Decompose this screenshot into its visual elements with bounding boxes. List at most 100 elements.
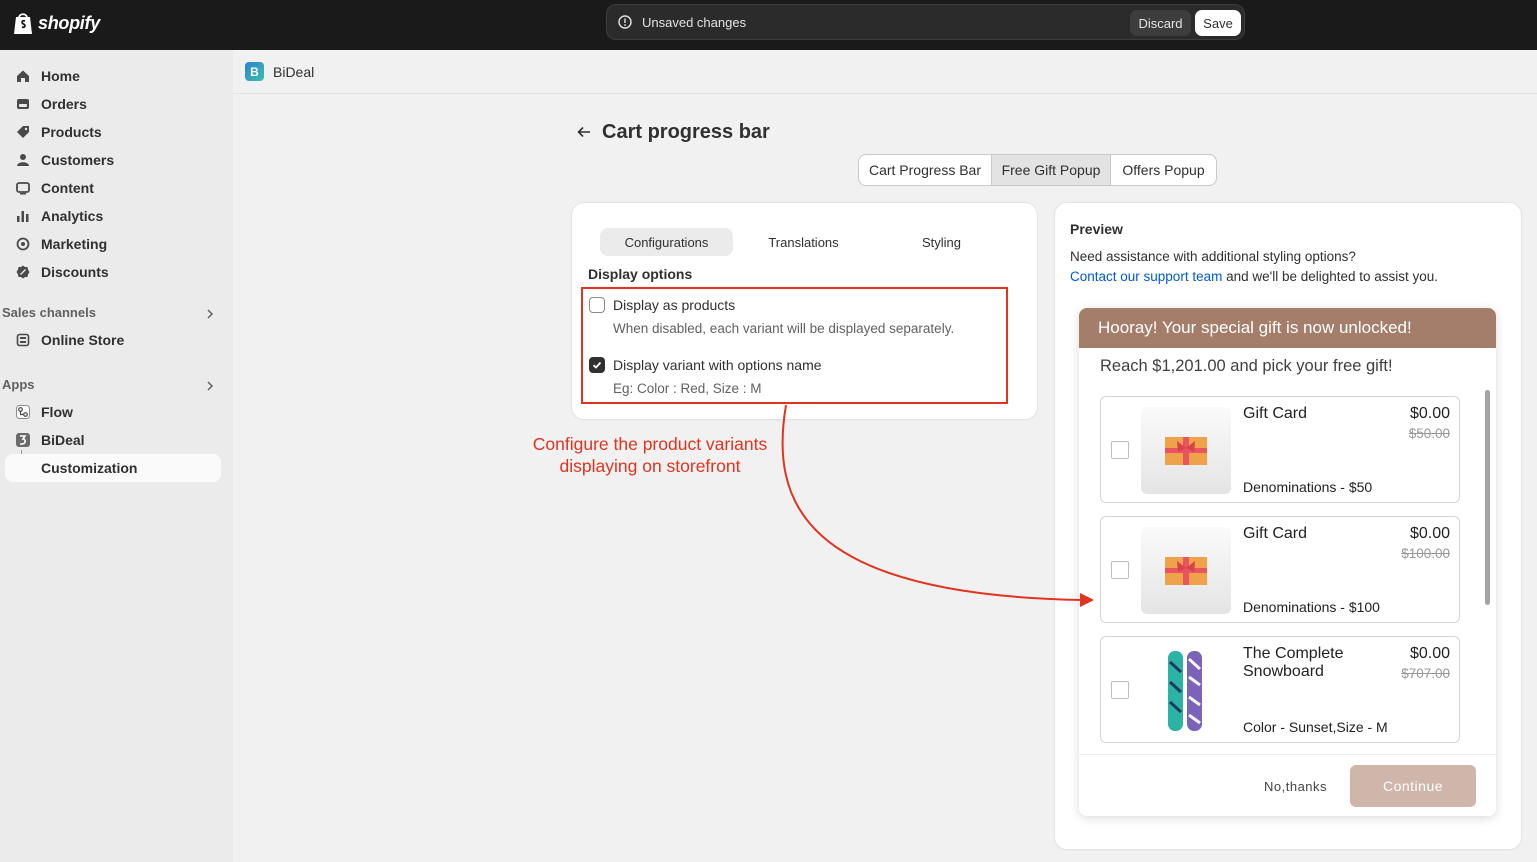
alert-circle-icon xyxy=(618,15,632,29)
person-icon xyxy=(15,152,31,168)
bideal-logo-icon: B xyxy=(245,62,264,81)
shopify-wordmark: shopify xyxy=(38,12,100,33)
sidebar-item-label: Home xyxy=(41,68,80,84)
sidebar-item-flow[interactable]: Flow xyxy=(5,398,221,426)
discard-button[interactable]: Discard xyxy=(1130,10,1191,36)
gift-item-name: Gift Card xyxy=(1243,405,1308,422)
segment-offers-popup[interactable]: Offers Popup xyxy=(1110,154,1217,186)
save-button[interactable]: Save xyxy=(1195,10,1241,36)
segment-free-gift-popup[interactable]: Free Gift Popup xyxy=(991,154,1111,186)
gift-card-image xyxy=(1141,407,1231,494)
annotation-text: Configure the product variants displayin… xyxy=(510,433,790,477)
sidebar-item-label: Products xyxy=(41,124,102,140)
gift-item[interactable]: Gift Card $0.00 $100.00 Denominations - … xyxy=(1100,516,1460,623)
sidebar-item-label: Discounts xyxy=(41,264,109,280)
configuration-card: Configurations Translations Styling Disp… xyxy=(572,203,1037,419)
gift-item-checkbox[interactable] xyxy=(1111,441,1129,459)
gift-list: Gift Card $0.00 $50.00 Denominations - $… xyxy=(1079,388,1496,754)
apps-label: Apps xyxy=(2,377,35,392)
gift-item-variant: Denominations - $50 xyxy=(1243,479,1373,495)
bar-chart-icon xyxy=(15,208,31,224)
sidebar-item-orders[interactable]: Orders xyxy=(5,90,221,118)
continue-button[interactable]: Continue xyxy=(1350,765,1476,807)
gift-card-image xyxy=(1141,527,1231,614)
sidebar-item-content[interactable]: Content xyxy=(5,174,221,202)
gift-item-price: $0.00 xyxy=(1409,525,1450,542)
store-icon xyxy=(15,332,31,348)
gift-item-checkbox[interactable] xyxy=(1111,561,1129,579)
display-variant-options-help: Eg: Color : Red, Size : M xyxy=(613,381,762,396)
sidebar-item-label: Analytics xyxy=(41,208,104,224)
display-as-products-help: When disabled, each variant will be disp… xyxy=(613,321,955,336)
app-header: B BiDeal xyxy=(233,50,1537,94)
contact-rest-text: and we'll be delighted to assist you. xyxy=(1222,269,1439,284)
shopify-bag-icon xyxy=(14,13,32,34)
tab-configurations[interactable]: Configurations xyxy=(600,228,733,256)
display-variant-options-checkbox[interactable] xyxy=(589,357,605,373)
contact-support-link[interactable]: Contact our support team xyxy=(1070,269,1222,284)
gift-item-name: The Complete Snowboard xyxy=(1243,645,1344,680)
home-icon xyxy=(15,68,31,84)
gift-item[interactable]: The Complete Snowboard $0.00 $707.00 Col… xyxy=(1100,636,1460,743)
annotation-line-1: Configure the product variants xyxy=(532,434,768,454)
popup-header: Hooray! Your special gift is now unlocke… xyxy=(1079,308,1496,348)
sidebar-item-online-store[interactable]: Online Store xyxy=(5,326,221,354)
gift-item-name: Gift Card xyxy=(1243,525,1308,542)
gift-item-variant: Color - Sunset,Size - M xyxy=(1243,719,1388,735)
tab-styling[interactable]: Styling xyxy=(875,228,1008,256)
display-variant-options-label: Display variant with options name xyxy=(613,357,822,373)
sidebar-item-discounts[interactable]: Discounts xyxy=(5,258,221,286)
gift-item-variant: Denominations - $100 xyxy=(1243,599,1380,615)
sales-channels-label: Sales channels xyxy=(2,305,96,320)
target-icon xyxy=(15,236,31,252)
gift-item-price: $0.00 xyxy=(1409,645,1450,662)
sidebar-item-label: Content xyxy=(41,180,94,196)
chevron-right-icon[interactable] xyxy=(205,309,215,319)
free-gift-popup: Hooray! Your special gift is now unlocke… xyxy=(1079,308,1496,816)
arrow-left-icon[interactable] xyxy=(576,124,592,140)
segment-cart-progress-bar[interactable]: Cart Progress Bar xyxy=(858,154,992,186)
snowboard-image xyxy=(1141,647,1231,734)
bideal-icon xyxy=(15,432,31,448)
flow-icon xyxy=(15,404,31,420)
chevron-right-icon[interactable] xyxy=(205,381,215,391)
preview-title: Preview xyxy=(1070,221,1123,237)
display-as-products-label: Display as products xyxy=(613,297,736,313)
unsaved-message: Unsaved changes xyxy=(642,15,747,30)
sidebar-item-label: BiDeal xyxy=(41,432,85,448)
sidebar-item-label: Marketing xyxy=(41,236,108,252)
sidebar: Home Orders Products Customers Content A… xyxy=(0,50,233,862)
display-as-products-checkbox[interactable] xyxy=(589,297,605,313)
popup-reach-text: Reach $1,201.00 and pick your free gift! xyxy=(1100,357,1393,375)
sidebar-item-label: Customers xyxy=(41,152,115,168)
annotation-line-2: displaying on storefront xyxy=(559,456,741,476)
sidebar-item-customers[interactable]: Customers xyxy=(5,146,221,174)
tab-translations[interactable]: Translations xyxy=(737,228,870,256)
sidebar-item-bideal[interactable]: BiDeal xyxy=(5,426,221,454)
gift-item-compare-price: $100.00 xyxy=(1401,546,1450,561)
sidebar-item-home[interactable]: Home xyxy=(5,62,221,90)
sidebar-item-products[interactable]: Products xyxy=(5,118,221,146)
sidebar-item-analytics[interactable]: Analytics xyxy=(5,202,221,230)
content-icon xyxy=(15,180,31,196)
page-title: Cart progress bar xyxy=(602,121,770,143)
checkmark-icon xyxy=(592,361,602,369)
popup-footer: No,thanks Continue xyxy=(1079,754,1496,816)
gift-item-checkbox[interactable] xyxy=(1111,681,1129,699)
sidebar-item-label: Online Store xyxy=(41,332,125,348)
sidebar-item-label: Customization xyxy=(41,460,138,476)
gift-item-compare-price: $707.00 xyxy=(1401,666,1450,681)
preview-contact-text: Contact our support team and we'll be de… xyxy=(1070,269,1438,284)
sidebar-item-label: Flow xyxy=(41,404,73,420)
sidebar-item-label: Orders xyxy=(41,96,87,112)
display-options-title: Display options xyxy=(588,266,693,282)
sidebar-item-customization[interactable]: Customization xyxy=(5,454,221,482)
preview-help-text: Need assistance with additional styling … xyxy=(1070,249,1356,264)
gift-item[interactable]: Gift Card $0.00 $50.00 Denominations - $… xyxy=(1100,396,1460,503)
orders-icon xyxy=(15,96,31,112)
no-thanks-button[interactable]: No,thanks xyxy=(1264,779,1327,794)
sidebar-item-marketing[interactable]: Marketing xyxy=(5,230,221,258)
shopify-logo[interactable]: shopify xyxy=(12,11,100,35)
top-bar: shopify Unsaved changes Discard Save xyxy=(0,0,1537,50)
